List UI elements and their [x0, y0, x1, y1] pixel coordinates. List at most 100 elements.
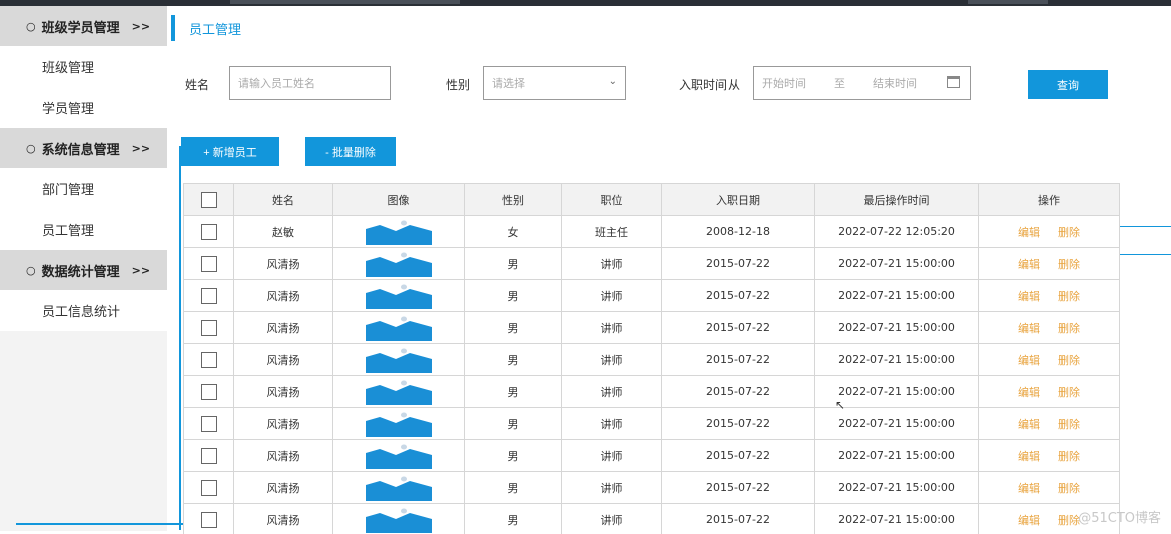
name-search-input[interactable]: 请输入员工姓名 — [229, 66, 391, 100]
edit-link[interactable]: 编辑 — [1018, 226, 1040, 239]
cell-join-date: 2015-07-22 — [661, 247, 815, 280]
table-row: 风清扬 男讲师 2015-07-22 2022-07-21 15:00:00 编辑 删除 — [183, 247, 1120, 280]
row-select-cell — [183, 471, 234, 504]
cell-image — [332, 215, 465, 248]
cell-name: 风清扬 — [233, 343, 333, 376]
edit-link[interactable]: 编辑 — [1018, 418, 1040, 431]
date-from-label: 从 — [728, 78, 741, 92]
query-button[interactable]: 查询 — [1028, 70, 1108, 99]
row-checkbox[interactable] — [200, 255, 217, 272]
page-title: 员工管理 — [189, 22, 242, 38]
image-placeholder-icon — [365, 476, 432, 501]
cell-join-date: 2015-07-22 — [661, 407, 815, 440]
cell-name: 风清扬 — [233, 375, 333, 408]
table-row: 风清扬 男讲师 2015-07-22 2022-07-21 15:00:00 编辑 删除 — [183, 471, 1120, 504]
sidebar-item-student-management[interactable]: 学员管理 — [0, 87, 167, 128]
edit-link[interactable]: 编辑 — [1018, 290, 1040, 303]
row-checkbox[interactable] — [200, 511, 217, 528]
image-placeholder-icon — [365, 508, 432, 533]
gender-select[interactable]: 请选择 ⌄ — [483, 66, 626, 100]
sidebar-item-employee-statistics[interactable]: 员工信息统计 — [0, 290, 167, 331]
row-checkbox[interactable] — [200, 287, 217, 304]
table-row: 赵敏 女班主任 2008-12-18 2022-07-22 12:05:20 编辑 删除 — [183, 215, 1120, 248]
edit-link[interactable]: 编辑 — [1018, 354, 1040, 367]
row-checkbox[interactable] — [200, 447, 217, 464]
row-select-cell — [183, 311, 234, 344]
end-date-placeholder: 结束时间 — [873, 77, 917, 90]
expand-arrow-icon: >> — [131, 141, 151, 155]
cell-name: 赵敏 — [233, 215, 333, 248]
image-placeholder-icon — [365, 316, 432, 341]
delete-link[interactable]: 删除 — [1058, 482, 1080, 495]
image-placeholder-icon — [365, 220, 432, 245]
page-header: 员工管理 — [167, 14, 241, 42]
sidebar-item-department-management[interactable]: 部门管理 — [0, 168, 167, 209]
sidebar-item-label: 员工管理 — [42, 224, 95, 239]
cell-image — [332, 311, 465, 344]
gender-label: 性别 — [446, 78, 471, 92]
cell-actions: 编辑 删除 — [978, 343, 1120, 376]
edit-link[interactable]: 编辑 — [1018, 258, 1040, 271]
edit-link[interactable]: 编辑 — [1018, 514, 1040, 527]
row-select-cell — [183, 279, 234, 312]
table-row: 风清扬 男讲师 2015-07-22 2022-07-21 15:00:00 编辑 删除 — [183, 279, 1120, 312]
name-input-placeholder: 请输入员工姓名 — [238, 77, 315, 90]
delete-link[interactable]: 删除 — [1058, 322, 1080, 335]
table-row: 风清扬 男讲师 2015-07-22 2022-07-21 15:00:00 编辑 删除 — [183, 407, 1120, 440]
cell-image — [332, 503, 465, 534]
sidebar-filler — [0, 331, 167, 531]
cell-image — [332, 279, 465, 312]
row-checkbox[interactable] — [200, 223, 217, 240]
table-row: 风清扬 男讲师 2015-07-22 2022-07-21 15:00:00 编辑 删除 — [183, 343, 1120, 376]
cell-last-op: 2022-07-21 15:00:00 — [814, 503, 979, 534]
batch-delete-button[interactable]: - 批量删除 — [305, 137, 396, 166]
title-accent-bar — [171, 15, 175, 41]
name-label: 姓名 — [185, 78, 210, 92]
row-checkbox[interactable] — [200, 479, 217, 496]
join-date-range-picker[interactable]: 开始时间 至 结束时间 — [753, 66, 971, 100]
delete-link[interactable]: 删除 — [1058, 354, 1080, 367]
delete-link[interactable]: 删除 — [1058, 226, 1080, 239]
cell-image — [332, 375, 465, 408]
search-form: 姓名 请输入员工姓名 性别 请选择 ⌄ 入职时间 从 开始时间 至 结束时间 查… — [167, 66, 1171, 100]
select-all-checkbox[interactable] — [200, 191, 217, 208]
date-to-label: 至 — [834, 77, 845, 90]
sidebar-group-class-student[interactable]: ○ 班级学员管理 >> — [0, 6, 167, 46]
expand-arrow-icon: >> — [131, 19, 151, 33]
column-header-image: 图像 — [332, 183, 465, 216]
row-checkbox[interactable] — [200, 415, 217, 432]
cell-image — [332, 247, 465, 280]
sidebar-group-label: 系统信息管理 — [41, 142, 120, 158]
sidebar-item-employee-management[interactable]: 员工管理 — [0, 209, 167, 250]
column-header-position: 职位 — [561, 183, 662, 216]
delete-link[interactable]: 删除 — [1058, 290, 1080, 303]
edit-link[interactable]: 编辑 — [1018, 322, 1040, 335]
delete-link[interactable]: 删除 — [1058, 258, 1080, 271]
cell-gender: 男 — [464, 471, 562, 504]
sidebar: ○ 班级学员管理 >> 班级管理 学员管理 ○ 系统信息管理 >> 部门管理 员… — [0, 6, 167, 534]
select-all-cell — [183, 183, 234, 216]
column-header-last-op: 最后操作时间 — [814, 183, 979, 216]
column-header-join-date: 入职日期 — [661, 183, 815, 216]
sidebar-item-label: 部门管理 — [42, 183, 95, 198]
edit-link[interactable]: 编辑 — [1018, 386, 1040, 399]
cell-actions: 编辑 删除 — [978, 215, 1120, 248]
edit-link[interactable]: 编辑 — [1018, 450, 1040, 463]
row-checkbox[interactable] — [200, 383, 217, 400]
row-checkbox[interactable] — [200, 351, 217, 368]
delete-link[interactable]: 删除 — [1058, 514, 1080, 527]
bullet-icon: ○ — [26, 263, 36, 277]
add-employee-button[interactable]: + 新增员工 — [181, 137, 279, 166]
delete-link[interactable]: 删除 — [1058, 386, 1080, 399]
sidebar-item-label: 学员管理 — [42, 102, 95, 117]
delete-link[interactable]: 删除 — [1058, 418, 1080, 431]
row-checkbox[interactable] — [200, 319, 217, 336]
edit-link[interactable]: 编辑 — [1018, 482, 1040, 495]
cell-position: 讲师 — [561, 247, 662, 280]
delete-link[interactable]: 删除 — [1058, 450, 1080, 463]
table-body: 赵敏女班主任 2008-12-18 2022-07-22 12:05:20 编辑 删除风… — [183, 215, 1120, 534]
sidebar-group-statistics[interactable]: ○ 数据统计管理 >> — [0, 250, 167, 290]
row-select-cell — [183, 375, 234, 408]
sidebar-group-system-info[interactable]: ○ 系统信息管理 >> — [0, 128, 167, 168]
sidebar-item-class-management[interactable]: 班级管理 — [0, 46, 167, 87]
